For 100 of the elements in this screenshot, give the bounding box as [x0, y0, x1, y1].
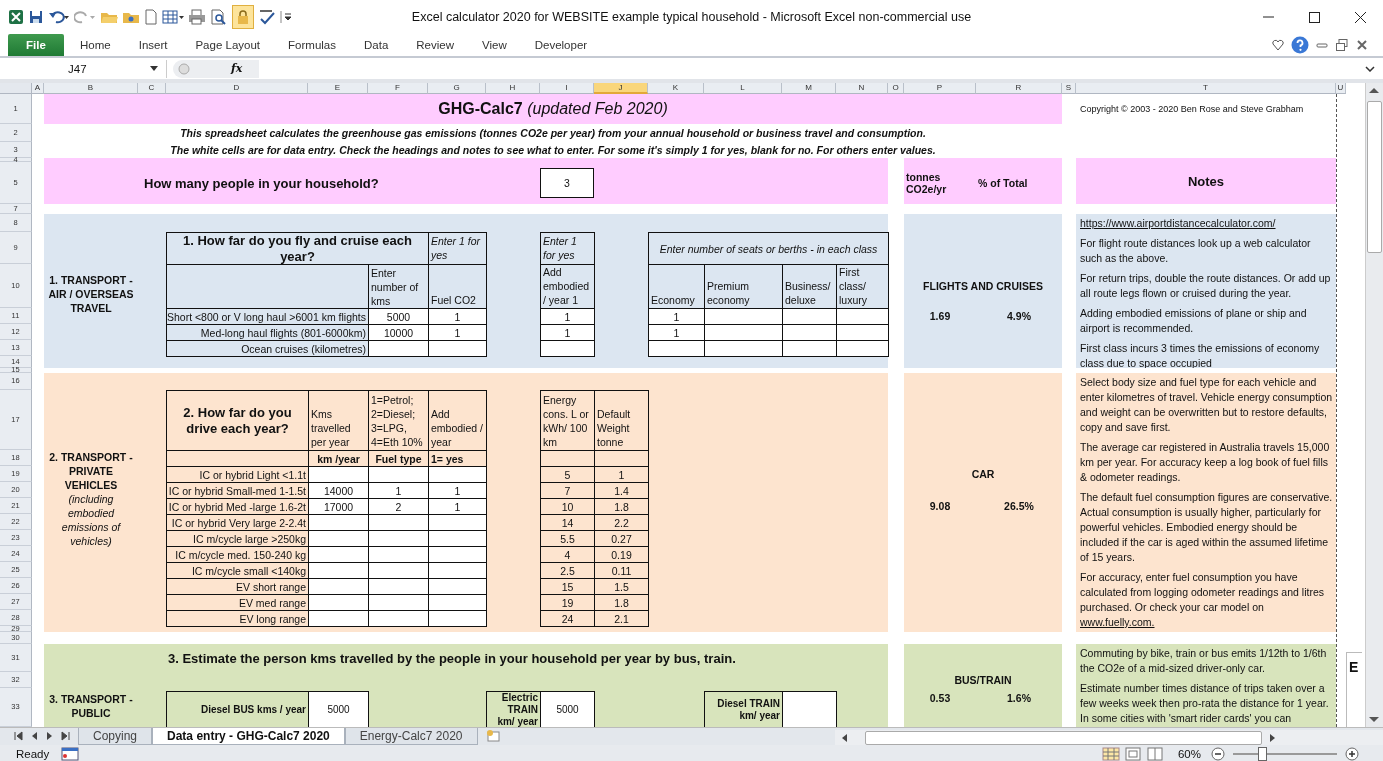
input-cell[interactable] — [836, 340, 889, 357]
input-cell[interactable]: 5000 — [540, 691, 595, 727]
insert-function-button[interactable]: fx — [231, 62, 243, 75]
first-sheet-icon[interactable] — [12, 729, 24, 742]
input-cell[interactable] — [368, 610, 429, 627]
ribbon-tab[interactable]: Data — [352, 39, 401, 51]
expand-caret-icon[interactable] — [1365, 65, 1375, 72]
normal-view-icon[interactable] — [1101, 746, 1120, 761]
column-header[interactable]: U — [1336, 83, 1346, 94]
note-text: For return trips, double the route distances. Or add up all route legs flown or cruised during the year. — [1080, 272, 1331, 299]
section-label: 2. TRANSPORT - PRIVATE VEHICLES — [48, 450, 134, 492]
column-header[interactable]: B — [44, 83, 138, 94]
tonnes-value: 9.08 — [929, 500, 951, 512]
summary-title: BUS/TRAIN — [954, 674, 1012, 686]
printer-icon[interactable] — [188, 9, 206, 25]
page-break-icon[interactable] — [1145, 746, 1164, 761]
zoom-in-icon[interactable] — [1345, 746, 1359, 761]
customize-dropdown-icon[interactable] — [280, 9, 292, 25]
ribbon-tab[interactable]: View — [470, 39, 519, 51]
excel-logo-icon[interactable] — [8, 9, 24, 25]
input-cell[interactable] — [782, 340, 837, 357]
column-header[interactable]: E — [308, 83, 368, 94]
column-header[interactable]: D — [166, 83, 308, 94]
tonnes-value: 1.69 — [929, 310, 951, 322]
sheet-tab[interactable]: Data entry - GHG-Calc7 2020 — [152, 728, 345, 745]
save-icon[interactable] — [28, 9, 44, 25]
input-cell[interactable] — [648, 340, 705, 357]
table-header: Enter 1 for yes — [428, 232, 487, 265]
zoom-slider-thumb[interactable] — [1258, 746, 1268, 761]
input-cell[interactable] — [782, 691, 837, 727]
sheet-tab[interactable]: Energy-Calc7 2020 — [344, 728, 478, 745]
table-icon[interactable] — [162, 9, 184, 25]
sheet-tab[interactable]: Copying — [78, 728, 153, 745]
scrollbar-thumb[interactable] — [865, 730, 1262, 745]
table-cell: 24 — [540, 610, 595, 627]
table-cell: E — [1346, 652, 1362, 727]
column-header[interactable]: T — [1076, 83, 1336, 94]
link[interactable]: www.fuelly.com. — [1080, 616, 1155, 628]
undo-icon[interactable] — [48, 9, 70, 25]
heart-icon[interactable] — [1271, 38, 1285, 52]
vertical-scrollbar[interactable] — [1365, 83, 1383, 727]
column-header[interactable]: J — [594, 83, 648, 94]
name-box[interactable]: J47 — [8, 59, 167, 78]
column-header[interactable]: A — [32, 83, 44, 94]
column-header[interactable]: G — [428, 83, 486, 94]
ribbon-tab[interactable]: Home — [68, 39, 123, 51]
column-header[interactable]: C — [138, 83, 166, 94]
note-text: The average car registered in Australia travels 15,000 km per year. For accuracy keep a log book of fuel fills & odometer readings. — [1080, 441, 1330, 483]
help-icon[interactable] — [1291, 36, 1309, 54]
column-header[interactable]: L — [704, 83, 782, 94]
expand-handle-icon[interactable] — [177, 61, 191, 76]
table-header: Energy cons. L or kWh/ 100 km — [540, 390, 595, 451]
restore-icon[interactable] — [1335, 38, 1349, 52]
input-cell[interactable] — [368, 340, 429, 357]
input-cell[interactable] — [428, 340, 487, 357]
note-text: Select body size and fuel type for each vehicle and enter kilometres of travel. Vehicle energy consumption and weight can be overwritten but to restore defaults, copy and save first. — [1080, 376, 1333, 433]
caret-icon[interactable] — [150, 66, 158, 71]
page-layout-icon[interactable] — [1123, 746, 1142, 761]
zoom-level[interactable]: 60% — [1177, 747, 1201, 760]
file-tab[interactable]: File — [8, 34, 64, 56]
horizontal-scrollbar[interactable] — [835, 730, 1383, 745]
column-header[interactable]: S — [1062, 83, 1076, 94]
column-header[interactable]: N — [836, 83, 888, 94]
tonnes-value: 0.53 — [929, 692, 951, 704]
ribbon-tab[interactable]: Developer — [522, 39, 600, 51]
intro-text: The white cells are for data entry. Check the headings and notes to see what to enter. For some it's simply 1 for yes, blank for no. For others enter values. — [170, 144, 936, 156]
column-header[interactable]: H — [486, 83, 540, 94]
table-cell: EV long range — [166, 610, 309, 627]
column-header[interactable]: M — [782, 83, 836, 94]
column-header[interactable]: R — [976, 83, 1062, 94]
section-note: (including embodied emissions of vehicles) — [60, 492, 122, 548]
print-preview-icon[interactable] — [210, 9, 228, 25]
window-title: Excel calculator 2020 for WEBSITE example typical household - Microsoft Excel non-commercial use — [411, 10, 972, 24]
zoom-out-icon[interactable] — [1211, 746, 1225, 761]
close-icon[interactable] — [1355, 38, 1369, 52]
input-cell[interactable] — [308, 610, 369, 627]
scrollbar-thumb[interactable] — [1367, 101, 1382, 253]
macro-record-icon[interactable] — [61, 746, 80, 761]
document-icon[interactable] — [144, 9, 158, 25]
spell-check-icon[interactable] — [258, 9, 276, 25]
link[interactable]: https://www.airportdistancecalculator.com/ — [1080, 217, 1276, 229]
ribbon-tab[interactable]: Formulas — [276, 39, 348, 51]
input-cell[interactable]: 5000 — [308, 691, 369, 727]
input-cell[interactable] — [540, 340, 595, 357]
ribbon-tab[interactable]: Review — [404, 39, 466, 51]
input-cell[interactable] — [704, 340, 783, 357]
input-cell[interactable] — [428, 610, 487, 627]
last-sheet-icon[interactable] — [60, 729, 72, 742]
ribbon-tab[interactable]: Page Layout — [183, 39, 273, 51]
column-header[interactable]: I — [540, 83, 594, 94]
note-text: Estimate number times distance of trips taken over a few weeks week then pro-rata the distance for 1 year. In some cities with 'smart rider cards' you can — [1080, 682, 1329, 724]
table-header: Enter number of seats or berths - in each class — [648, 232, 889, 265]
section-heading: 3. Estimate the person kms travelled by the people in your household per year by bus, train. — [168, 650, 736, 666]
note-text: For flight route distances look up a web calculator such as the above. — [1080, 237, 1311, 264]
column-header[interactable]: K — [648, 83, 704, 94]
column-header[interactable]: F — [368, 83, 428, 94]
household-count-cell[interactable]: 3 — [540, 168, 594, 198]
column-header[interactable]: P — [904, 83, 976, 94]
ribbon-tab[interactable]: Insert — [126, 39, 180, 51]
section-label: 1. TRANSPORT - AIR / OVERSEAS TRAVEL — [48, 273, 134, 315]
